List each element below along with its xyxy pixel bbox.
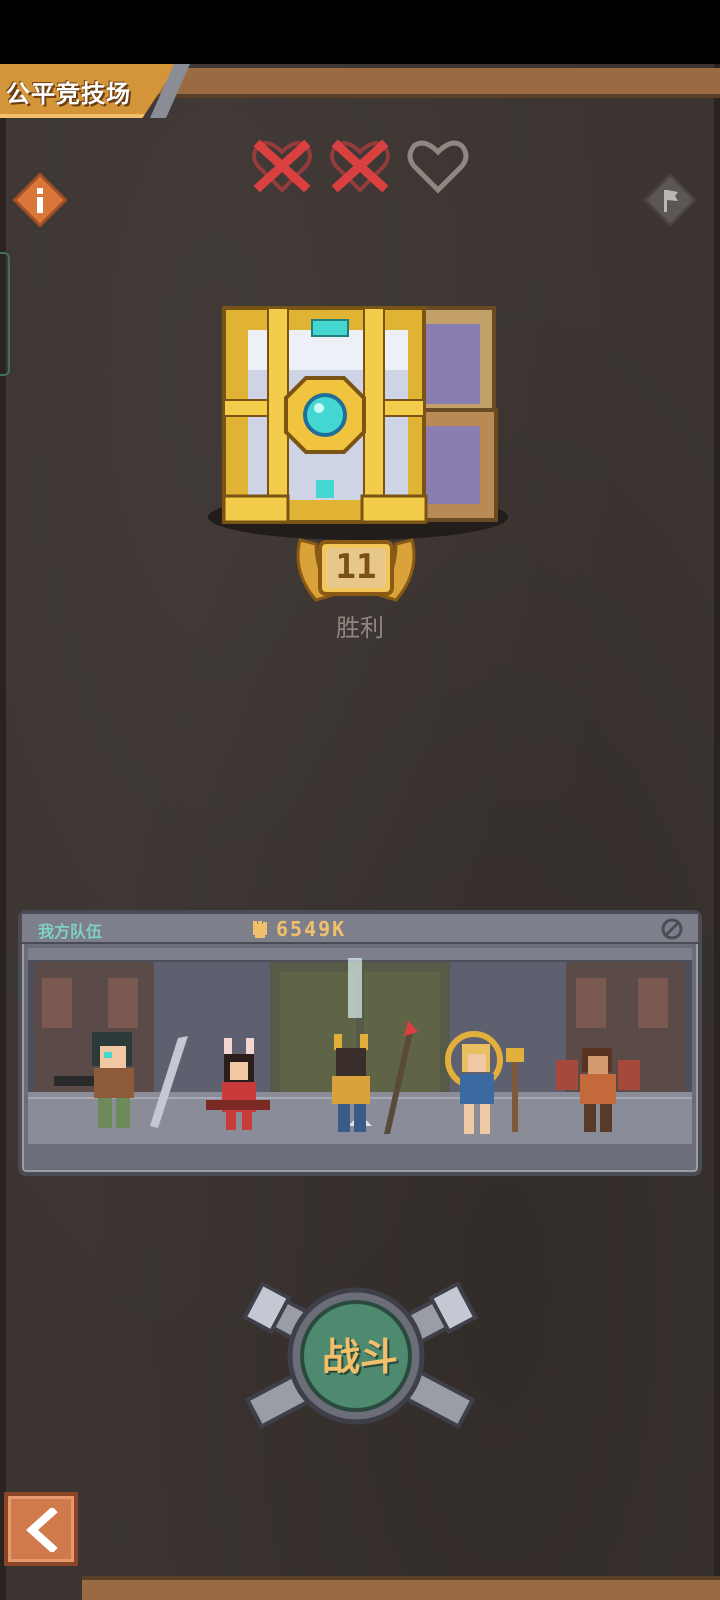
info-button[interactable] <box>12 172 68 228</box>
back-button[interactable] <box>4 1492 78 1566</box>
treasure-chest[interactable] <box>208 300 508 536</box>
side-drawer-tab[interactable] <box>0 252 10 376</box>
lost-life-icon <box>328 136 392 196</box>
team-panel[interactable]: 我方队伍 6549K <box>18 910 702 1176</box>
team-header: 我方队伍 6549K <box>22 914 698 944</box>
lives-indicator <box>250 136 470 196</box>
team-scene <box>28 948 692 1170</box>
fist-icon <box>253 921 267 938</box>
hero-lineup <box>54 1020 640 1134</box>
hero-1[interactable] <box>54 1032 188 1128</box>
chest-icon <box>222 306 498 524</box>
bottom-bar-strip <box>82 1576 720 1600</box>
status-bar <box>0 0 720 64</box>
team-label: 我方队伍 <box>38 922 103 941</box>
chevron-left-icon <box>26 1508 58 1552</box>
team-settings-button[interactable] <box>660 917 684 941</box>
team-power: 6549K <box>250 917 346 941</box>
hero-5[interactable] <box>556 1048 640 1132</box>
gear-icon <box>661 918 683 940</box>
hero-4[interactable] <box>445 1031 524 1134</box>
hero-2[interactable] <box>206 1038 270 1130</box>
info-icon <box>12 172 68 228</box>
top-bar-strip <box>150 68 720 98</box>
battle-label: 战斗 <box>321 1335 398 1379</box>
arena-screen: 公平竞技场 11 胜利 我方队伍 6549K 战斗 <box>0 64 720 1600</box>
wins-label: 胜利 <box>336 614 384 642</box>
page-title: 公平竞技场 <box>6 80 131 108</box>
flag-button[interactable] <box>642 172 698 228</box>
team-power-value: 6549K <box>276 917 347 941</box>
flag-icon <box>642 172 698 228</box>
hero-3[interactable] <box>332 1020 418 1134</box>
lost-life-icon <box>250 136 314 196</box>
wins-count: 11 <box>335 547 377 587</box>
heart-icon <box>406 136 470 196</box>
